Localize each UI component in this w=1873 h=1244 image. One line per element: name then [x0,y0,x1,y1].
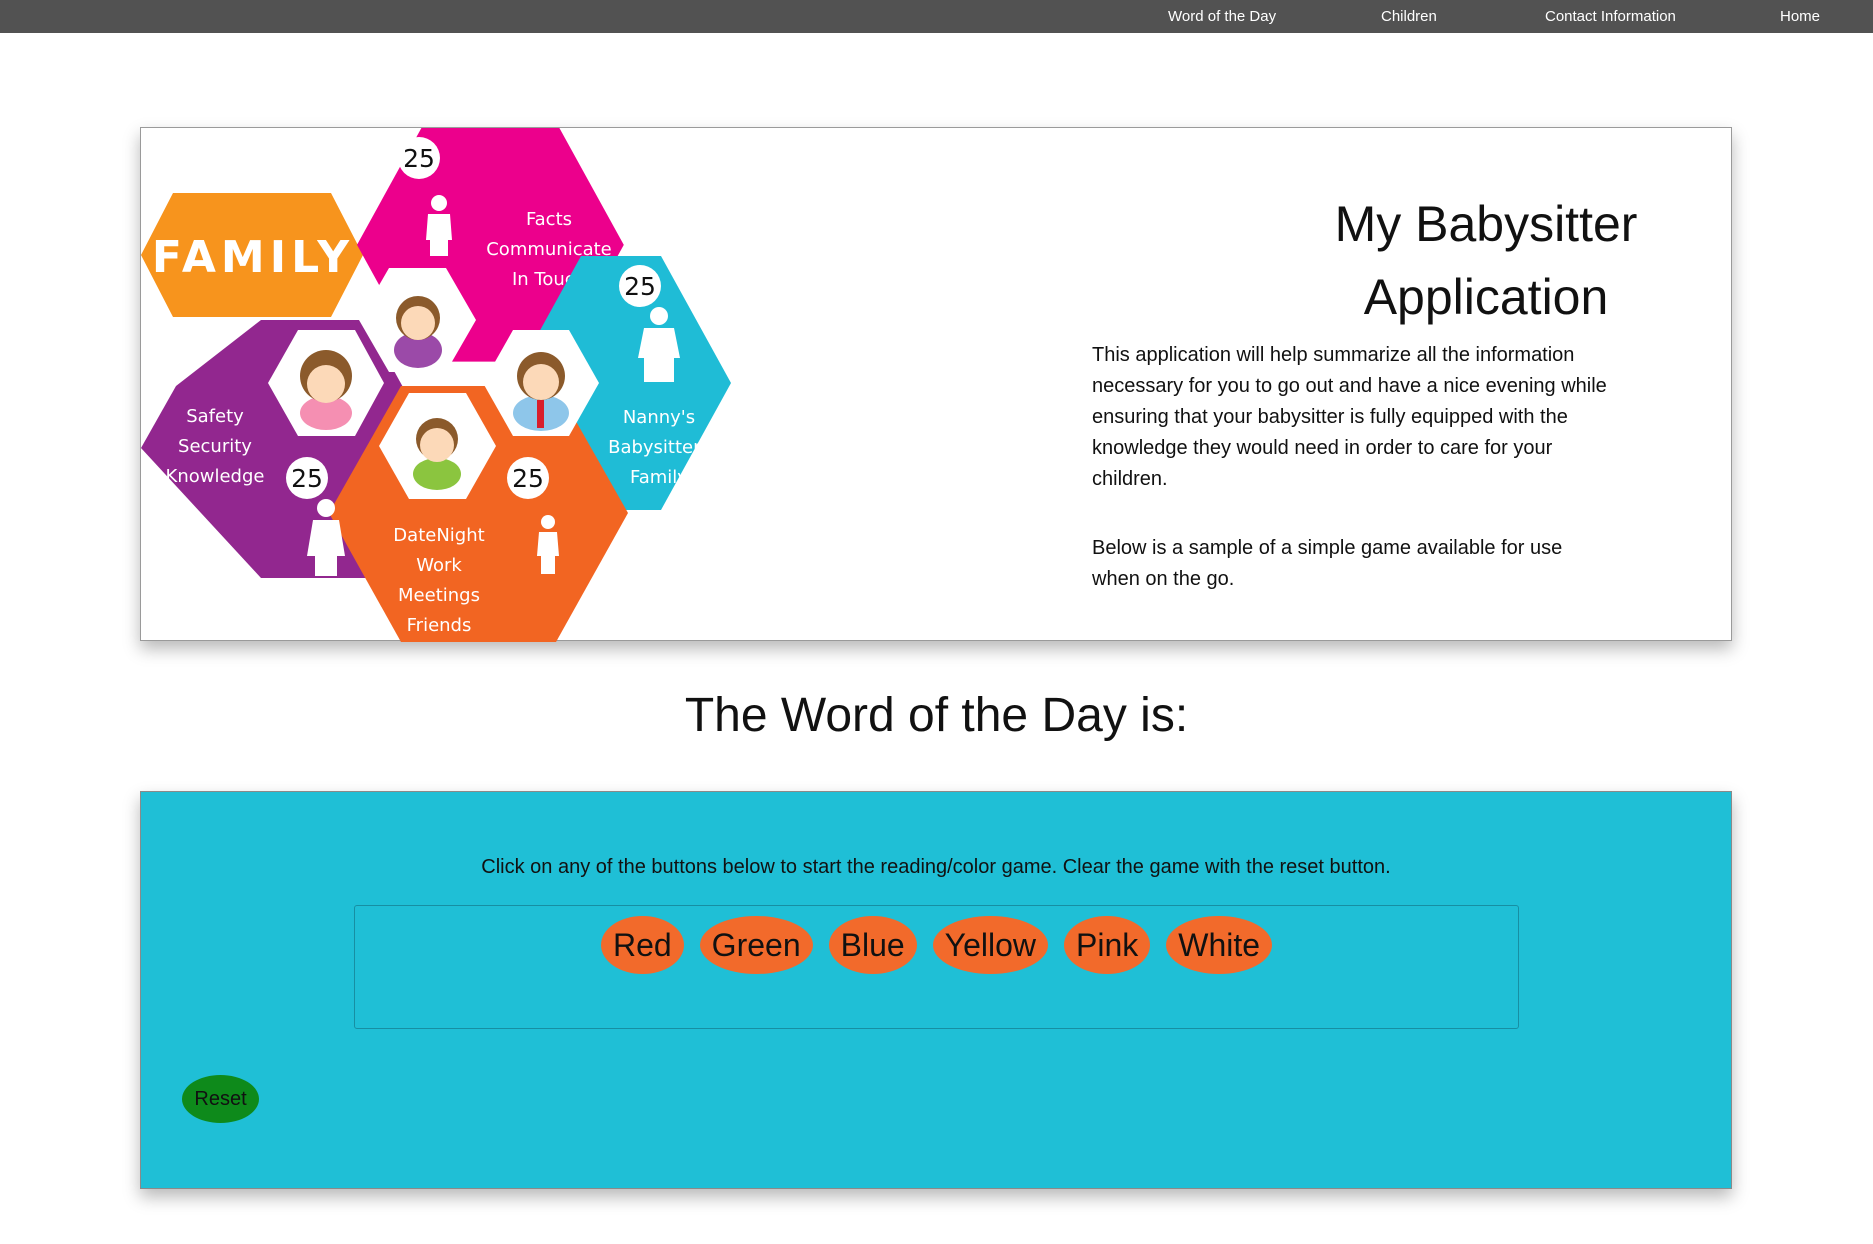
game-button-area: Red Green Blue Yellow Pink White [354,905,1519,1029]
safety-line-1: Safety [186,406,244,427]
nanny-line-1: Nanny's [623,407,695,428]
pink-button[interactable]: Pink [1063,916,1151,974]
mother-face-icon [394,296,442,368]
page-title: My Babysitter Application [1141,188,1831,334]
safety-line-2: Security [178,436,252,457]
datenight-line-3: Meetings [398,585,480,606]
game-intro-text: Below is a sample of a simple game avail… [1092,537,1563,590]
page-title-line-2: Application [1363,269,1609,325]
top-nav: Word of the Day Children Contact Informa… [0,0,1873,33]
nav-children[interactable]: Children [1381,0,1437,33]
badge-value-4: 25 [512,464,544,493]
badge-value-2: 25 [624,272,656,301]
color-button-row: Red Green Blue Yellow Pink White [355,916,1518,974]
page-title-line-1: My Babysitter [1334,196,1638,252]
safety-line-3: Knowledge [166,466,265,487]
facts-line-1: Facts [526,209,572,230]
family-label: FAMILY [152,232,354,283]
badge-value-3: 25 [291,464,323,493]
nav-word-of-the-day[interactable]: Word of the Day [1168,0,1276,33]
green-button[interactable]: Green [699,916,813,974]
datenight-line-2: Work [416,555,462,576]
family-hexagon-graphic: FAMILY Facts Communicate In Touch Nanny'… [141,128,731,642]
nav-home[interactable]: Home [1780,0,1820,33]
yellow-button[interactable]: Yellow [932,916,1048,974]
word-of-the-day-heading: The Word of the Day is: [684,689,1189,742]
nanny-line-2: Babysitters [608,437,710,458]
app-description: This application will help summarize all… [1092,344,1607,490]
red-button[interactable]: Red [600,916,684,974]
datenight-line-4: Friends [407,615,472,636]
blue-button[interactable]: Blue [828,916,917,974]
color-game-panel: Click on any of the buttons below to sta… [140,791,1732,1189]
datenight-line-1: DateNight [393,525,484,546]
hero-card: FAMILY Facts Communicate In Touch Nanny'… [140,127,1732,642]
badge-value-1: 25 [403,144,435,173]
reset-button[interactable]: Reset [182,1075,259,1123]
white-button[interactable]: White [1166,916,1273,974]
girl-face-icon [300,350,352,430]
nanny-line-3: Family [630,467,688,488]
nav-contact-information[interactable]: Contact Information [1545,0,1676,33]
game-instructions: Click on any of the buttons below to sta… [481,856,1391,878]
